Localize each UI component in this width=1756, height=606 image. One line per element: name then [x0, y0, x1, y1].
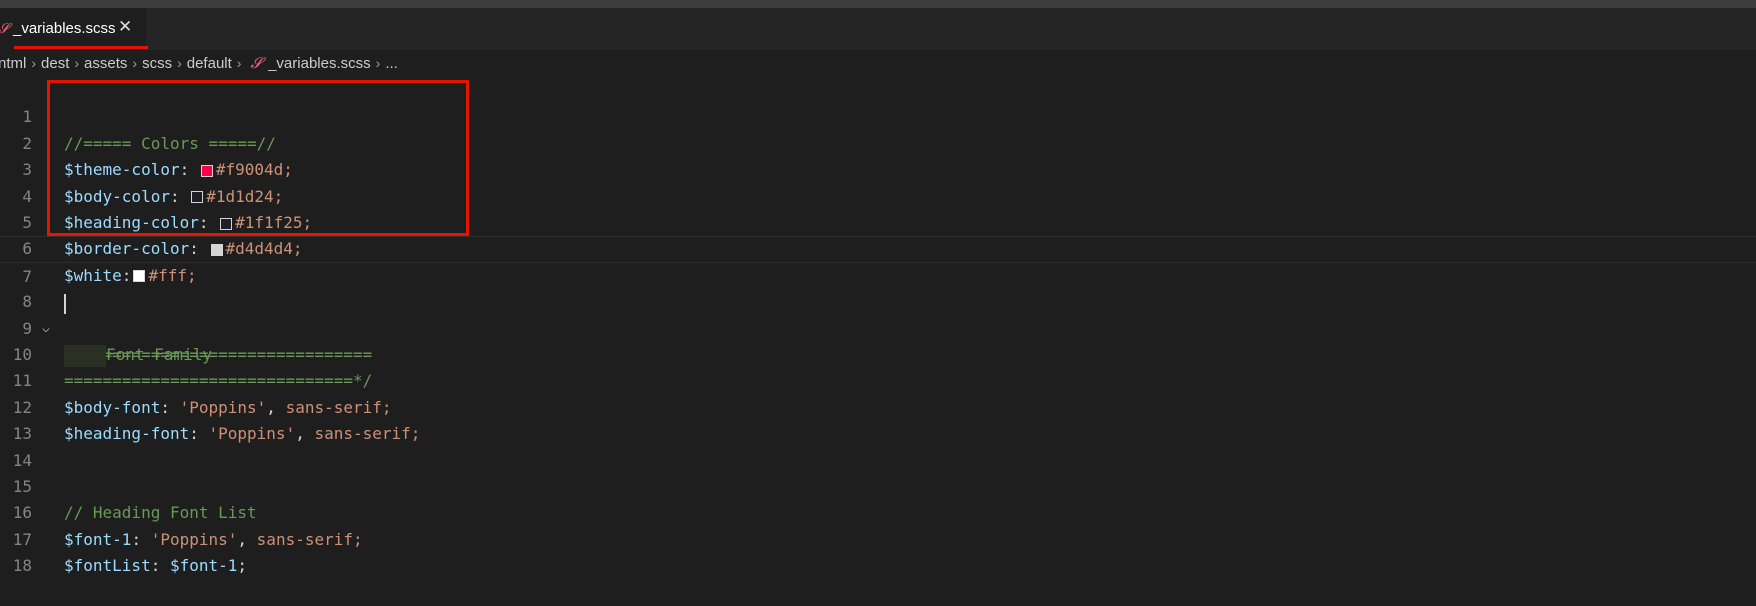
- title-bar-strip: [0, 0, 1756, 8]
- tab-variables-scss[interactable]: 𝓢 _variables.scss ✕: [0, 8, 148, 50]
- variable-reference: $font-1: [169, 556, 238, 576]
- code-line: 12 $heading-font: 'Poppins', sans-serif;: [0, 368, 1756, 443]
- breadcrumb-item-assets[interactable]: assets: [84, 55, 127, 72]
- tab-label: _variables.scss: [13, 20, 116, 37]
- code-line: 9 Font Family: [0, 289, 1756, 367]
- breadcrumb-item-symbols[interactable]: ...: [385, 55, 398, 72]
- code-line: 18: [0, 527, 1756, 575]
- chevron-right-icon: ›: [74, 55, 80, 71]
- code-line: 3 $body-color: #1d1d24;: [0, 131, 1756, 205]
- breadcrumb-item-file[interactable]: _variables.scss: [268, 55, 371, 72]
- code-line: 14: [0, 421, 1756, 470]
- code-editor[interactable]: 1 //===== Colors =====// 2 $theme-color:…: [0, 76, 1756, 575]
- code-line: 5 $border-color: #d4d4d4;: [0, 184, 1756, 258]
- chevron-right-icon: ›: [236, 55, 242, 71]
- chevron-right-icon: ›: [375, 55, 381, 71]
- code-line-current: 7: [0, 236, 1756, 314]
- tab-highlight-underline: [14, 46, 148, 49]
- code-line: 16 $font-1: 'Poppins', sans-serif;: [0, 474, 1756, 548]
- sass-icon: 𝓢: [0, 20, 9, 37]
- breadcrumb-item-html[interactable]: ntml: [0, 55, 26, 72]
- breadcrumb-item-dest[interactable]: dest: [41, 55, 69, 72]
- chevron-right-icon: ›: [132, 55, 138, 71]
- chevron-right-icon: ›: [177, 55, 182, 71]
- variable-name: $fontList: [64, 556, 151, 576]
- sass-icon: 𝓢: [250, 54, 263, 72]
- code-line: 1 //===== Colors =====//: [0, 78, 1756, 152]
- close-icon[interactable]: ✕: [118, 17, 132, 37]
- code-line: 4 $heading-color: #1f1f25;: [0, 157, 1756, 232]
- code-line: 2 $theme-color: #f9004d;: [0, 104, 1756, 179]
- code-line: 17 $fontList: $font-1;: [0, 500, 1756, 575]
- breadcrumb-item-scss[interactable]: scss: [142, 55, 172, 72]
- code-line: 6 $white: #fff;: [0, 210, 1756, 284]
- code-line: 11 $body-font: 'Poppins', sans-serif;: [0, 342, 1756, 416]
- breadcrumb-item-default[interactable]: default: [187, 55, 232, 72]
- code-line: 10 ==============================*/: [0, 316, 1756, 390]
- chevron-right-icon: ›: [31, 55, 37, 71]
- semicolon: ;: [237, 556, 248, 576]
- tab-bar: 𝓢 _variables.scss ✕: [0, 8, 1756, 50]
- code-line: 8 ⌵ /*==============================: [0, 263, 1756, 364]
- code-line: 15 // Heading Font List: [0, 448, 1756, 522]
- breadcrumb: ntml › dest › assets › scss › default › …: [0, 50, 1756, 76]
- line-number: 18: [12, 556, 32, 576]
- code-line: 13: [0, 395, 1756, 443]
